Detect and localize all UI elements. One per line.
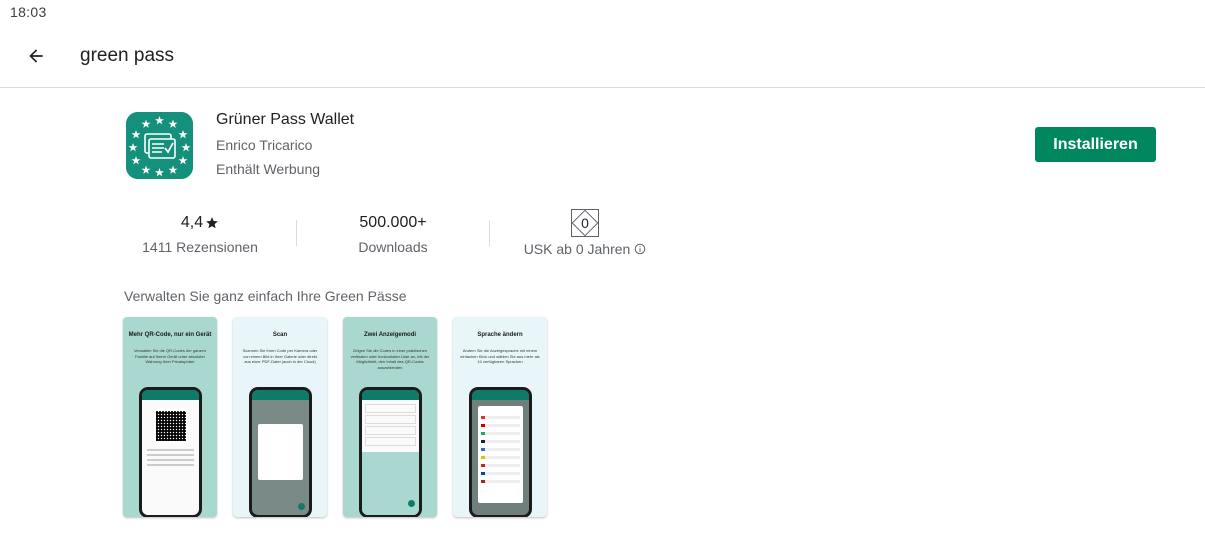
phone-mockup	[249, 387, 312, 517]
developer-link[interactable]: Enrico Tricarico	[216, 137, 312, 153]
screenshot-thumbnail[interactable]: Sprache ändern Ändern Sie die Anzeigespr…	[453, 317, 547, 517]
app-title[interactable]: Grüner Pass Wallet	[216, 111, 354, 129]
app-short-description: Verwalten Sie ganz einfach Ihre Green Pä…	[124, 288, 407, 304]
screenshot-caption: Zeigen Sie die Codes in einer praktische…	[350, 348, 430, 370]
screenshot-thumbnail[interactable]: Zwei Anzeigemodi Zeigen Sie die Codes in…	[343, 317, 437, 517]
age-rating-label: USK ab 0 Jahren	[523, 241, 631, 257]
screenshot-caption: Scannen Sie Ihren Code per Kamera oder v…	[242, 348, 318, 364]
green-pass-logo-icon	[126, 112, 193, 179]
usk-badge-value: 0	[580, 215, 590, 231]
downloads-stat: 500.000+ Downloads	[323, 212, 463, 255]
app-icon[interactable]	[126, 112, 193, 179]
install-button[interactable]: Installieren	[1035, 127, 1156, 162]
star-icon	[206, 217, 218, 229]
qr-code-icon	[153, 409, 188, 443]
screenshot-title: Sprache ändern	[477, 332, 523, 338]
downloads-label: Downloads	[358, 239, 428, 255]
usk-badge-icon: 0	[571, 209, 599, 237]
screenshot-carousel: Mehr QR-Code, nur ein Gerät Verwalten Si…	[123, 317, 547, 517]
stat-divider	[296, 220, 297, 246]
age-rating-stat: 0 USK ab 0 Jahren	[510, 209, 660, 257]
screenshot-thumbnail[interactable]: Scan Scannen Sie Ihren Code per Kamera o…	[233, 317, 327, 517]
screenshot-thumbnail[interactable]: Mehr QR-Code, nur ein Gerät Verwalten Si…	[123, 317, 217, 517]
rating-stat: 4,4 1411 Rezensionen	[130, 212, 270, 255]
phone-mockup	[359, 387, 422, 517]
screenshot-title: Mehr QR-Code, nur ein Gerät	[128, 332, 212, 338]
ads-notice: Enthält Werbung	[216, 161, 321, 177]
info-icon[interactable]	[634, 243, 646, 255]
arrow-back-icon	[29, 49, 43, 63]
search-header: green pass	[0, 30, 1205, 88]
screenshot-title: Zwei Anzeigemodi	[363, 332, 417, 338]
screenshot-title: Scan	[272, 332, 288, 338]
search-query[interactable]: green pass	[80, 45, 174, 67]
stat-divider	[489, 220, 490, 246]
back-button[interactable]	[20, 40, 52, 72]
rating-value: 4,4	[180, 214, 204, 231]
reviews-count: 1411 Rezensionen	[142, 239, 258, 255]
phone-mockup	[469, 387, 532, 517]
downloads-value: 500.000+	[359, 214, 427, 231]
screenshot-caption: Ändern Sie die Anzeigesprache mit einem …	[460, 348, 540, 364]
phone-mockup	[139, 387, 202, 517]
screenshot-caption: Verwalten Sie die QR-Codes der ganzen Fa…	[133, 348, 207, 364]
status-time: 18:03	[10, 4, 47, 20]
